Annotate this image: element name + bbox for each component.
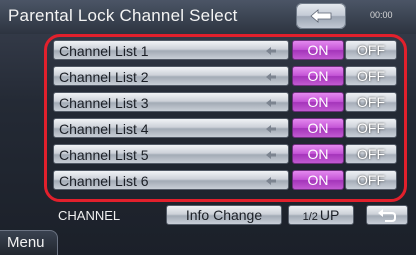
channel-list-1-on-button[interactable]: ON (292, 40, 344, 60)
menu-button[interactable]: Menu (0, 230, 58, 255)
back-button[interactable] (296, 3, 346, 29)
channel-list-4-button[interactable]: Channel List 4 (53, 118, 289, 138)
channel-list-2-on-button[interactable]: ON (292, 66, 344, 86)
channel-row-6: Channel List 6 ON OFF (53, 170, 397, 190)
info-change-button[interactable]: Info Change (166, 205, 282, 225)
channel-list-4-on-button[interactable]: ON (292, 118, 344, 138)
channel-list-4-label: Channel List 4 (59, 121, 149, 137)
channel-list-1-off-button[interactable]: OFF (345, 40, 397, 60)
channel-row-5: Channel List 5 ON OFF (53, 144, 397, 164)
channel-row-4: Channel List 4 ON OFF (53, 118, 397, 138)
channel-list-6-button[interactable]: Channel List 6 (53, 170, 289, 190)
clock: 00:00 (370, 10, 393, 20)
channel-label: CHANNEL (58, 208, 121, 223)
page-indicator: 1/2 (302, 211, 318, 223)
left-arrow-icon (266, 99, 276, 107)
page-title: Parental Lock Channel Select (8, 6, 238, 25)
left-arrow-icon (266, 151, 276, 159)
back-arrow-icon (310, 9, 332, 23)
channel-list-4-off-button[interactable]: OFF (345, 118, 397, 138)
channel-row-3: Channel List 3 ON OFF (53, 92, 397, 112)
channel-list-2-off-button[interactable]: OFF (345, 66, 397, 86)
channel-list-6-on-button[interactable]: ON (292, 170, 344, 190)
channel-list-1-button[interactable]: Channel List 1 (53, 40, 289, 60)
header-bar: Parental Lock Channel Select 00:00 (0, 0, 416, 34)
channel-list-5-on-button[interactable]: ON (292, 144, 344, 164)
left-arrow-icon (266, 177, 276, 185)
left-arrow-icon (266, 73, 276, 81)
channel-list-5-label: Channel List 5 (59, 147, 149, 163)
channel-list-2-label: Channel List 2 (59, 69, 149, 85)
channel-list-5-button[interactable]: Channel List 5 (53, 144, 289, 164)
channel-list-3-label: Channel List 3 (59, 95, 149, 111)
channel-list-2-button[interactable]: Channel List 2 (53, 66, 289, 86)
return-icon (378, 209, 396, 222)
return-button[interactable] (366, 205, 408, 225)
channel-list-3-off-button[interactable]: OFF (345, 92, 397, 112)
channel-list-1-label: Channel List 1 (59, 43, 149, 59)
channel-list-3-on-button[interactable]: ON (292, 92, 344, 112)
up-label: UP (319, 207, 340, 223)
channel-row-2: Channel List 2 ON OFF (53, 66, 397, 86)
channel-list-6-off-button[interactable]: OFF (345, 170, 397, 190)
channel-list-6-label: Channel List 6 (59, 173, 149, 189)
menu-label: Menu (7, 234, 45, 251)
left-arrow-icon (266, 125, 276, 133)
channel-list-3-button[interactable]: Channel List 3 (53, 92, 289, 112)
left-arrow-icon (266, 47, 276, 55)
channel-list-5-off-button[interactable]: OFF (345, 144, 397, 164)
channel-row-1: Channel List 1 ON OFF (53, 40, 397, 60)
page-up-button[interactable]: 1/2 UP (288, 205, 354, 225)
